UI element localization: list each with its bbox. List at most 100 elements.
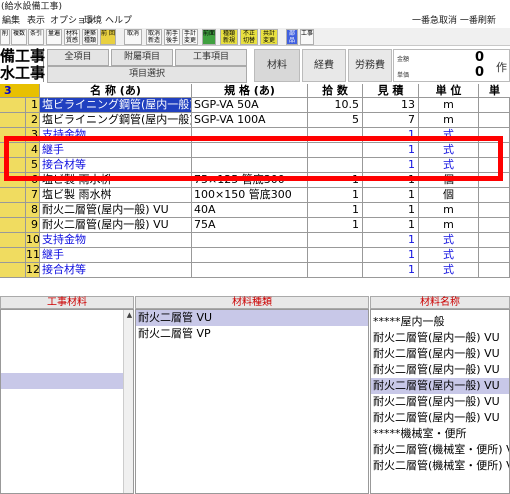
row-number[interactable]: 9 [26, 218, 40, 233]
material-name-item[interactable]: 耐火二層管(屋内一般) VU [371, 330, 509, 346]
cell-unit[interactable]: m [419, 113, 479, 128]
toolbar-button-12[interactable]: 前面 [202, 29, 216, 45]
cell-spec[interactable]: SGP-VA 100A [192, 113, 308, 128]
toolbar-button-17[interactable]: 工事 [300, 29, 314, 45]
toolbar-button-11[interactable]: 手計 変更 [182, 29, 198, 45]
menu-edit[interactable]: 編集 [2, 15, 20, 27]
table-row[interactable]: 2 塩ビライニング鋼管(屋内一般) SGP-VA 100A 5 7 m [0, 113, 510, 128]
material-name-item[interactable]: 耐火二層管(屋内一般) VU [371, 378, 509, 394]
cell-estimate[interactable]: 1 [363, 158, 419, 173]
cell-unit[interactable]: m [419, 218, 479, 233]
toolbar-button-5[interactable]: 材料 質感 [64, 29, 80, 45]
cell-qty[interactable]: 1 [308, 218, 363, 233]
cell-name[interactable]: 塩ビライニング鋼管(屋内一般) [40, 113, 192, 128]
cell-unit[interactable]: m [419, 203, 479, 218]
cell-qty[interactable] [308, 263, 363, 278]
toolbar-button-16[interactable]: 部品 [286, 29, 298, 45]
material-name-item[interactable]: 耐火二層管(機械室・便所) VU [371, 442, 509, 458]
cell-qty[interactable] [308, 158, 363, 173]
cell-qty[interactable]: 1 [308, 173, 363, 188]
row-number[interactable]: 10 [26, 233, 40, 248]
col-unit-price[interactable]: 単 [479, 84, 510, 98]
cell-unit[interactable]: 個 [419, 173, 479, 188]
material-type-item[interactable]: 耐火二層管 VP [136, 326, 368, 342]
cell-unit[interactable]: 式 [419, 128, 479, 143]
cell-spec[interactable] [192, 233, 308, 248]
cell-spec[interactable] [192, 158, 308, 173]
table-row[interactable]: 10 支持金物 1 式 [0, 233, 510, 248]
tab-expense[interactable]: 経費 [302, 49, 346, 82]
col-unit[interactable]: 単 位 [419, 84, 479, 98]
toolbar-button-6[interactable]: 建築 種類 [82, 29, 98, 45]
table-row[interactable]: 1 塩ビライニング鋼管(屋内一般) SGP-VA 50A 10.5 13 m [0, 98, 510, 113]
attached-items-button[interactable]: 附屬項目 [111, 49, 173, 66]
cell-unit-price[interactable] [479, 233, 510, 248]
table-row[interactable]: 6 塩ビ製 雨水枡 75×125 管底300 1 1 個 [0, 173, 510, 188]
cell-unit-price[interactable] [479, 203, 510, 218]
cell-estimate[interactable]: 1 [363, 233, 419, 248]
row-number[interactable]: 11 [26, 248, 40, 263]
material-name-item[interactable]: 耐火二層管(屋内一般) VU [371, 362, 509, 378]
table-row[interactable]: 11 継手 1 式 [0, 248, 510, 263]
cell-qty[interactable] [308, 128, 363, 143]
cell-spec[interactable]: 75A [192, 218, 308, 233]
row-number[interactable]: 5 [26, 158, 40, 173]
col-spec[interactable]: 規 格 (あ) [192, 84, 308, 98]
cell-unit-price[interactable] [479, 218, 510, 233]
grid-corner[interactable]: 3 [0, 84, 40, 98]
material-name-item[interactable]: *****機械室・便所 [371, 426, 509, 442]
cell-unit[interactable]: 式 [419, 263, 479, 278]
material-type-item[interactable]: 耐火二層管 VU [136, 310, 368, 326]
cell-unit-price[interactable] [479, 173, 510, 188]
material-name-list[interactable]: *****屋内一般 耐火二層管(屋内一般) VU 耐火二層管(屋内一般) VU 耐火二… [370, 309, 510, 494]
cell-qty[interactable] [308, 233, 363, 248]
cell-estimate[interactable]: 1 [363, 248, 419, 263]
material-name-item[interactable]: *****屋内一般 [371, 314, 509, 330]
table-row[interactable]: 9 耐火二層管(屋内一般) VU 75A 1 1 m [0, 218, 510, 233]
material-name-item[interactable]: 耐火二層管(屋内一般) VU [371, 346, 509, 362]
row-number[interactable]: 12 [26, 263, 40, 278]
cell-estimate[interactable]: 13 [363, 98, 419, 113]
cell-estimate[interactable]: 1 [363, 263, 419, 278]
cell-unit[interactable]: m [419, 98, 479, 113]
toolbar-button-4[interactable]: 量遍 [46, 29, 62, 45]
scroll-up-icon[interactable]: ▲ [124, 310, 133, 321]
cell-spec[interactable] [192, 128, 308, 143]
toolbar-button-7[interactable]: 前 回 [100, 29, 116, 45]
cell-name[interactable]: 接合材等 [40, 158, 192, 173]
cell-unit-price[interactable] [479, 158, 510, 173]
cell-unit-price[interactable] [479, 143, 510, 158]
row-number[interactable]: 1 [26, 98, 40, 113]
cell-name[interactable]: 塩ビ製 雨水桝 [40, 188, 192, 203]
cell-name[interactable]: 塩ビライニング鋼管(屋内一般) [40, 98, 192, 113]
toolbar-button-10[interactable]: 前手 後手 [164, 29, 180, 45]
toolbar-button-1[interactable]: 削 [0, 29, 10, 45]
cell-qty[interactable] [308, 248, 363, 263]
cell-unit-price[interactable] [479, 113, 510, 128]
row-number[interactable]: 8 [26, 203, 40, 218]
tab-labor[interactable]: 労務費 [348, 49, 392, 82]
material-name-item[interactable]: 耐火二層管(屋内一般) VU [371, 394, 509, 410]
table-row[interactable]: 8 耐火二層管(屋内一般) VU 40A 1 1 m [0, 203, 510, 218]
material-type-list[interactable]: 耐火二層管 VU 耐火二層管 VP [135, 309, 369, 494]
toolbar-button-3[interactable]: 条引 [28, 29, 44, 45]
toolbar-button-14[interactable]: 不正 切替 [240, 29, 258, 45]
table-row[interactable]: 5 接合材等 1 式 [0, 158, 510, 173]
row-number[interactable]: 3 [26, 128, 40, 143]
cell-estimate[interactable]: 1 [363, 143, 419, 158]
cell-unit[interactable]: 式 [419, 143, 479, 158]
cell-spec[interactable]: SGP-VA 50A [192, 98, 308, 113]
cell-unit-price[interactable] [479, 98, 510, 113]
cell-name[interactable]: 塩ビ製 雨水枡 [40, 173, 192, 188]
cell-estimate[interactable]: 1 [363, 173, 419, 188]
table-row[interactable]: 3 支持金物 1 式 [0, 128, 510, 143]
toolbar-button-9[interactable]: 取消 新造 [146, 29, 162, 45]
menu-view[interactable]: 表示 [27, 15, 45, 27]
work-material-scrollbar[interactable]: ▲ [123, 310, 133, 493]
cell-unit-price[interactable] [479, 128, 510, 143]
cell-name[interactable]: 支持金物 [40, 233, 192, 248]
cell-unit[interactable]: 式 [419, 158, 479, 173]
col-name[interactable]: 名 称 (あ) [40, 84, 192, 98]
cell-spec[interactable]: 75×125 管底300 [192, 173, 308, 188]
menu-help[interactable]: ヘルプ [105, 15, 132, 27]
